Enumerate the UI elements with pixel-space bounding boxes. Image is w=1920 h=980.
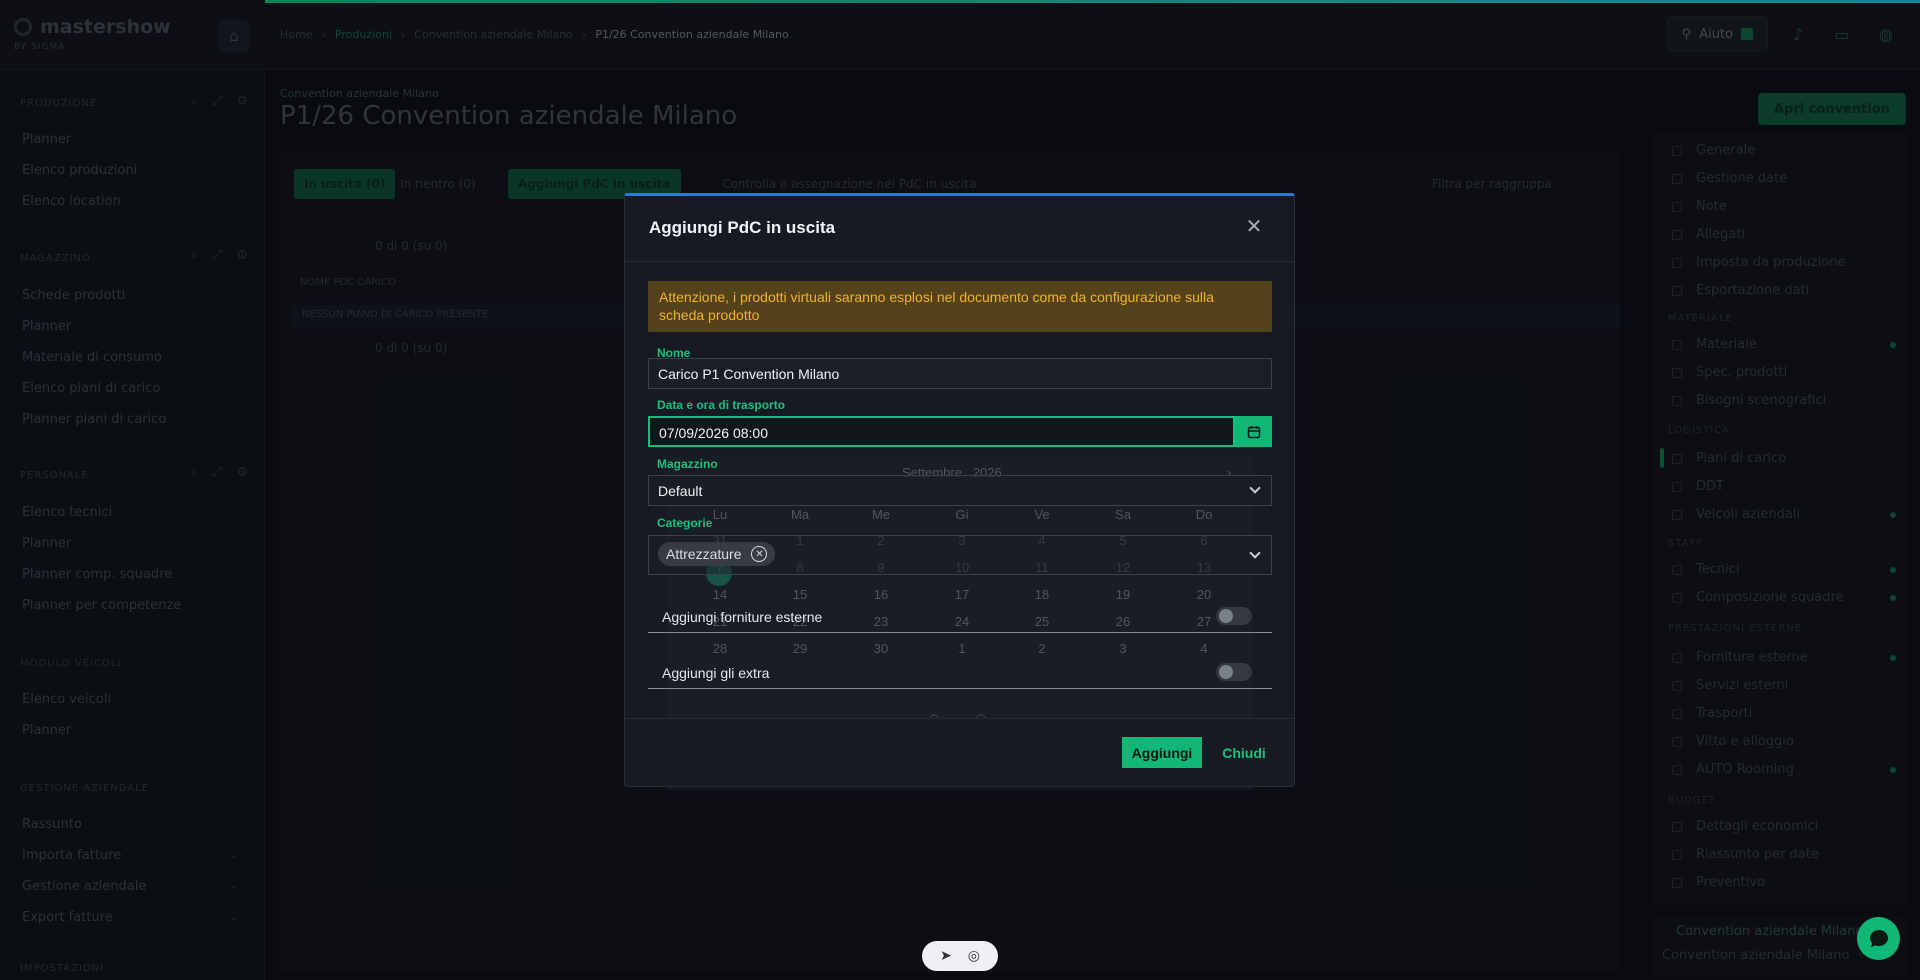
category-chip: Attrezzature ✕ xyxy=(658,542,776,566)
calendar-day[interactable]: 3 xyxy=(1108,641,1138,656)
warehouse-value: Default xyxy=(658,483,703,499)
remove-chip-icon[interactable]: ✕ xyxy=(751,546,768,562)
calendar-day[interactable]: 20 xyxy=(1189,587,1219,602)
toggle-knob xyxy=(1219,609,1233,623)
toggle-knob xyxy=(1219,665,1233,679)
target-icon[interactable]: ◎ xyxy=(968,948,980,964)
warehouse-label: Magazzino xyxy=(657,457,718,471)
category-chip-label: Attrezzature xyxy=(666,546,742,562)
add-loading-plan-modal: Aggiungi PdC in uscita ✕ Attenzione, i p… xyxy=(624,193,1295,790)
extras-label: Aggiungi gli extra xyxy=(662,665,770,681)
categories-label: Categorie xyxy=(657,516,713,530)
name-field[interactable]: Carico P1 Convention Milano xyxy=(648,358,1272,389)
extras-toggle[interactable] xyxy=(1216,663,1252,681)
floating-toolbar: ➤ ◎ xyxy=(922,941,998,971)
external-supplies-row: Aggiungi forniture esterne xyxy=(648,607,1272,633)
calendar-day[interactable]: 15 xyxy=(785,587,815,602)
calendar-day[interactable]: 30 xyxy=(866,641,896,656)
calendar-day[interactable]: 17 xyxy=(947,587,977,602)
weekday-label: Ma xyxy=(790,507,810,522)
calendar-day[interactable]: 28 xyxy=(705,641,735,656)
warehouse-select[interactable]: Default xyxy=(648,475,1272,506)
pointer-icon[interactable]: ➤ xyxy=(940,948,952,964)
chat-bubble-icon[interactable] xyxy=(1857,917,1900,960)
calendar-day[interactable]: 2 xyxy=(1027,641,1057,656)
date-time-field[interactable]: 07/09/2026 08:00 xyxy=(648,416,1235,447)
extras-row: Aggiungi gli extra xyxy=(648,663,1272,689)
chevron-down-icon xyxy=(1249,482,1261,494)
calendar-day[interactable]: 16 xyxy=(866,587,896,602)
modal-title: Aggiungi PdC in uscita xyxy=(649,218,836,237)
calendar-day[interactable]: 4 xyxy=(1189,641,1219,656)
calendar-day[interactable]: 14 xyxy=(705,587,735,602)
calendar-icon[interactable] xyxy=(1235,416,1272,447)
chevron-down-icon xyxy=(1249,547,1261,559)
warning-banner: Attenzione, i prodotti virtuali saranno … xyxy=(648,281,1272,332)
weekday-label: Me xyxy=(871,507,891,522)
weekday-label: Gi xyxy=(955,507,969,522)
date-label: Data e ora di trasporto xyxy=(657,398,786,412)
add-button[interactable]: Aggiungi xyxy=(1122,737,1202,768)
close-icon[interactable]: ✕ xyxy=(1244,216,1264,236)
categories-multiselect[interactable]: Attrezzature ✕ xyxy=(648,535,1272,575)
close-button[interactable]: Chiudi xyxy=(1214,737,1274,768)
external-supplies-label: Aggiungi forniture esterne xyxy=(662,609,823,625)
weekday-label: Ve xyxy=(1034,507,1050,522)
modal-footer: Aggiungi Chiudi xyxy=(625,718,1294,786)
external-supplies-toggle[interactable] xyxy=(1216,607,1252,625)
weekday-label: Do xyxy=(1195,507,1213,522)
calendar-day[interactable]: 18 xyxy=(1027,587,1057,602)
calendar-day[interactable]: 19 xyxy=(1108,587,1138,602)
modal-header: Aggiungi PdC in uscita ✕ xyxy=(625,196,1294,262)
calendar-day[interactable]: 29 xyxy=(785,641,815,656)
calendar-day[interactable]: 1 xyxy=(947,641,977,656)
weekday-label: Sa xyxy=(1115,507,1131,522)
